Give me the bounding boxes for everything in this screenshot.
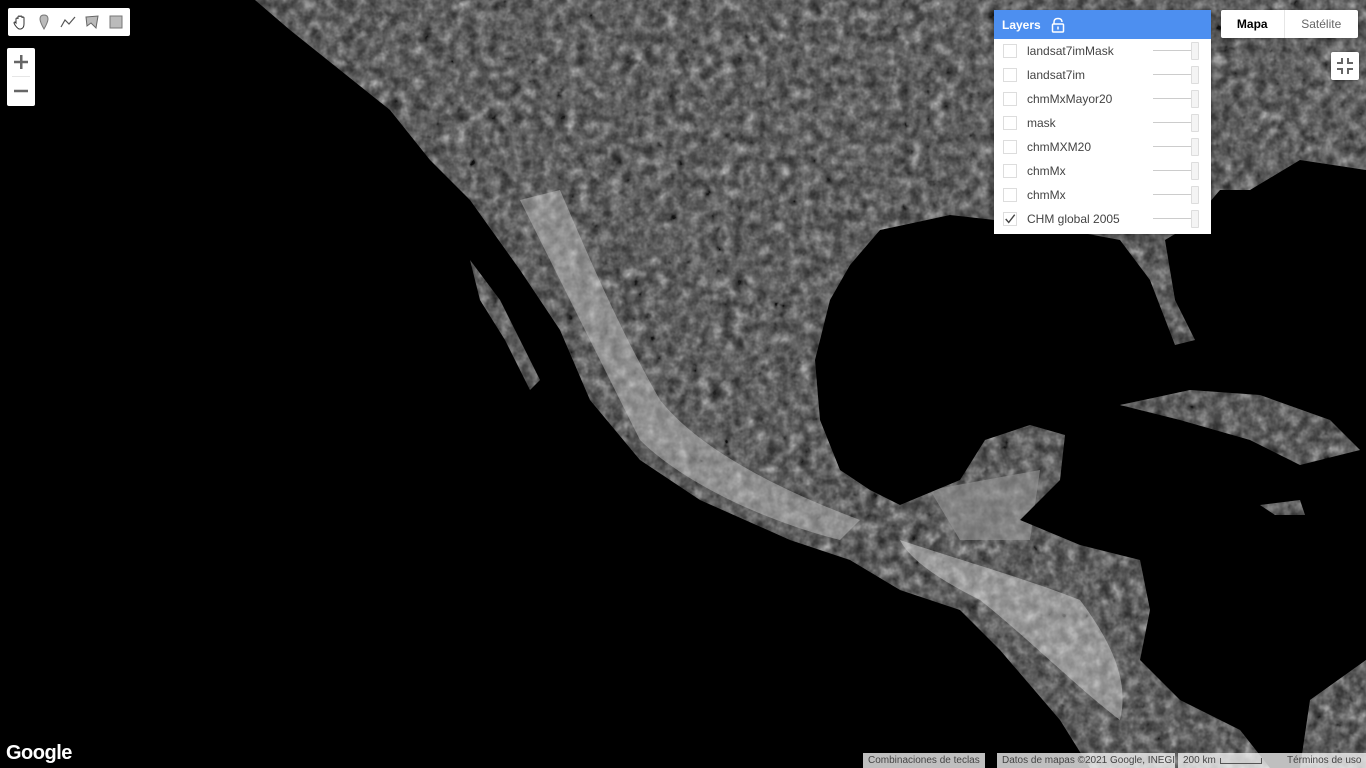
minus-icon	[14, 89, 28, 93]
layers-panel: Layers landsat7imMask landsat7im chmMxMayo…	[994, 10, 1211, 234]
layer-name: landsat7imMask	[1027, 44, 1114, 58]
keyboard-shortcuts-link[interactable]: Combinaciones de teclas	[863, 753, 985, 768]
scale-control[interactable]: 200 km	[1178, 753, 1282, 768]
opacity-slider-thumb[interactable]	[1191, 66, 1199, 84]
polyline-icon[interactable]	[56, 8, 80, 36]
opacity-slider-track[interactable]	[1153, 74, 1193, 75]
opacity-slider-track[interactable]	[1153, 194, 1193, 195]
fullscreen-button[interactable]	[1331, 52, 1359, 80]
opacity-slider-track[interactable]	[1153, 122, 1193, 123]
pan-hand-icon[interactable]	[8, 8, 32, 36]
polygon-icon[interactable]	[80, 8, 104, 36]
layers-title: Layers	[1002, 17, 1041, 32]
map-type-satellite-button[interactable]: Satélite	[1285, 10, 1358, 38]
layer-list: landsat7imMask landsat7im chmMxMayor20 mask…	[994, 39, 1211, 231]
layer-row[interactable]: mask	[994, 111, 1211, 135]
scale-label: 200 km	[1183, 755, 1216, 766]
opacity-slider-thumb[interactable]	[1191, 42, 1199, 60]
layer-row[interactable]: chmMx	[994, 159, 1211, 183]
opacity-slider-track[interactable]	[1153, 170, 1193, 171]
opacity-slider-thumb[interactable]	[1191, 186, 1199, 204]
layer-row[interactable]: landsat7im	[994, 63, 1211, 87]
layer-checkbox[interactable]	[1003, 116, 1017, 130]
layer-name: mask	[1027, 116, 1056, 130]
map-data-attribution: Datos de mapas ©2021 Google, INEGI	[997, 753, 1175, 768]
layer-checkbox[interactable]	[1003, 44, 1017, 58]
layer-row[interactable]: chmMxMayor20	[994, 87, 1211, 111]
layer-name: landsat7im	[1027, 68, 1086, 82]
layer-checkbox[interactable]	[1003, 92, 1017, 106]
opacity-slider-track[interactable]	[1153, 50, 1193, 51]
scale-bar	[1219, 757, 1262, 764]
zoom-out-button[interactable]	[7, 77, 35, 105]
layer-name: chmMx	[1027, 188, 1066, 202]
layer-checkbox[interactable]	[1003, 164, 1017, 178]
layer-row[interactable]: chmMXM20	[994, 135, 1211, 159]
rectangle-icon[interactable]	[104, 8, 128, 36]
layers-header: Layers	[994, 10, 1211, 39]
plus-icon	[14, 55, 28, 69]
opacity-slider-thumb[interactable]	[1191, 162, 1199, 180]
opacity-slider-thumb[interactable]	[1191, 90, 1199, 108]
layer-row[interactable]: chmMx	[994, 183, 1211, 207]
opacity-slider-thumb[interactable]	[1191, 138, 1199, 156]
layer-name: chmMXM20	[1027, 140, 1092, 154]
google-logo: Google	[6, 742, 72, 764]
opacity-slider-thumb[interactable]	[1191, 114, 1199, 132]
layer-checkbox[interactable]	[1003, 140, 1017, 154]
layer-row[interactable]: landsat7imMask	[994, 39, 1211, 63]
marker-pin-icon[interactable]	[32, 8, 56, 36]
drawing-toolbar	[8, 8, 130, 36]
map-type-map-button[interactable]: Mapa	[1221, 10, 1285, 38]
terms-of-use-link[interactable]: Términos de uso	[1282, 753, 1366, 768]
checkmark-icon	[1005, 214, 1016, 224]
opacity-slider-thumb[interactable]	[1191, 210, 1199, 228]
layer-checkbox[interactable]	[1003, 212, 1017, 226]
layer-checkbox[interactable]	[1003, 188, 1017, 202]
zoom-control	[7, 48, 35, 106]
lock-icon[interactable]	[1051, 17, 1065, 33]
layer-name: chmMxMayor20	[1027, 92, 1113, 106]
opacity-slider-track[interactable]	[1153, 146, 1193, 147]
opacity-slider-track[interactable]	[1153, 98, 1193, 99]
layer-name: CHM global 2005	[1027, 212, 1120, 226]
layer-row[interactable]: CHM global 2005	[994, 207, 1211, 231]
layer-checkbox[interactable]	[1003, 68, 1017, 82]
opacity-slider-track[interactable]	[1153, 218, 1193, 219]
fullscreen-exit-icon	[1337, 58, 1353, 74]
zoom-in-button[interactable]	[7, 48, 35, 76]
layer-name: chmMx	[1027, 164, 1066, 178]
map-type-control: Mapa Satélite	[1221, 10, 1358, 38]
